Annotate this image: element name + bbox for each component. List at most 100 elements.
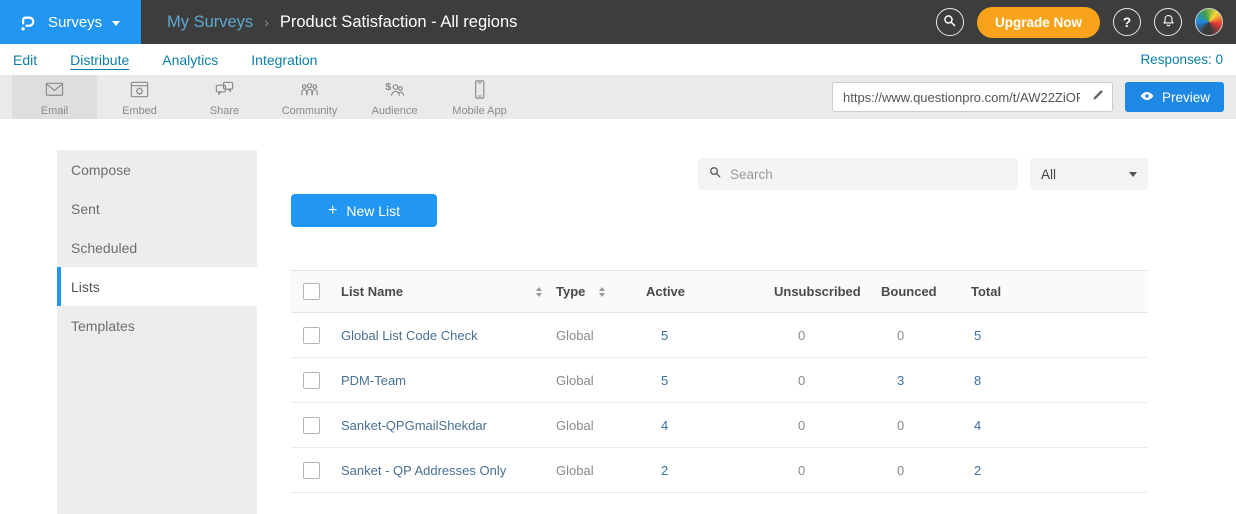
toolbar-item-audience[interactable]: $ Audience: [352, 75, 437, 119]
email-distribute-content: Compose Sent Scheduled Lists Templates A…: [0, 119, 1236, 514]
email-sidebar: Compose Sent Scheduled Lists Templates: [57, 150, 257, 514]
toolbar-item-label: Community: [282, 105, 338, 117]
header-unsubscribed: Unsubscribed: [736, 284, 881, 299]
sort-list-name-icon[interactable]: [536, 287, 542, 297]
unsubscribed-count: 0: [736, 373, 881, 388]
search-button[interactable]: [936, 8, 964, 36]
row-checkbox[interactable]: [303, 372, 320, 389]
survey-url-input[interactable]: [833, 90, 1084, 105]
lists-table-header: List Name Type Active Unsubscribed Bounc…: [291, 271, 1148, 313]
active-count[interactable]: 2: [646, 463, 736, 478]
list-name-link[interactable]: Sanket-QPGmailShekdar: [341, 418, 556, 433]
list-type: Global: [556, 328, 646, 343]
sort-type-icon[interactable]: [599, 287, 605, 297]
tab-distribute[interactable]: Distribute: [70, 52, 129, 68]
row-checkbox[interactable]: [303, 417, 320, 434]
topbar-actions: Upgrade Now ?: [936, 7, 1236, 38]
user-avatar[interactable]: [1195, 8, 1223, 36]
toolbar-item-label: Email: [41, 105, 69, 117]
toolbar-item-label: Mobile App: [452, 105, 506, 117]
notifications-button[interactable]: [1154, 8, 1182, 36]
tab-integration[interactable]: Integration: [251, 52, 317, 68]
header-type-label: Type: [556, 284, 585, 299]
list-filter-value: All: [1041, 167, 1056, 182]
product-menu[interactable]: Surveys: [0, 0, 141, 44]
sidebar-item-templates[interactable]: Templates: [57, 306, 257, 345]
eye-icon: [1139, 88, 1155, 107]
tab-edit[interactable]: Edit: [13, 52, 37, 68]
toolbar-item-label: Share: [210, 105, 239, 117]
questionpro-logo-icon: [17, 11, 38, 34]
header-list-name-label: List Name: [341, 284, 403, 299]
list-name-link[interactable]: PDM-Team: [341, 373, 556, 388]
toolbar-item-label: Audience: [372, 105, 418, 117]
search-icon: [942, 13, 957, 31]
header-type: Type: [556, 284, 646, 299]
share-icon: [213, 78, 236, 104]
chevron-down-icon: [1129, 172, 1137, 177]
toolbar-item-email[interactable]: Email: [12, 75, 97, 119]
lists-table: List Name Type Active Unsubscribed Bounc…: [291, 270, 1148, 493]
unsubscribed-count: 0: [736, 418, 881, 433]
total-count[interactable]: 8: [971, 373, 1148, 388]
survey-title: Product Satisfaction - All regions: [280, 13, 518, 32]
table-row: Sanket - QP Addresses Only Global 2 0 0 …: [291, 448, 1148, 493]
sidebar-item-scheduled[interactable]: Scheduled: [57, 228, 257, 267]
toolbar-item-mobile-app[interactable]: Mobile App: [437, 75, 522, 119]
list-type: Global: [556, 418, 646, 433]
active-count[interactable]: 5: [646, 328, 736, 343]
survey-url-box: [832, 82, 1113, 112]
bounced-count: 0: [881, 463, 971, 478]
total-count[interactable]: 4: [971, 418, 1148, 433]
toolbar-item-community[interactable]: Community: [267, 75, 352, 119]
bounced-count[interactable]: 3: [881, 373, 971, 388]
sidebar-item-compose[interactable]: Compose: [57, 150, 257, 189]
active-count[interactable]: 5: [646, 373, 736, 388]
new-list-button[interactable]: + New List: [291, 194, 437, 227]
unsubscribed-count: 0: [736, 328, 881, 343]
pencil-icon: [1091, 88, 1105, 107]
plus-icon: +: [328, 202, 337, 220]
unsubscribed-count: 0: [736, 463, 881, 478]
header-bounced: Bounced: [881, 284, 971, 299]
toolbar-right-actions: Preview: [832, 75, 1236, 119]
tab-analytics[interactable]: Analytics: [162, 52, 218, 68]
preview-button[interactable]: Preview: [1125, 82, 1224, 112]
list-search-input[interactable]: [730, 167, 1008, 182]
survey-section-tabs: Edit Distribute Analytics Integration Re…: [0, 44, 1236, 75]
bounced-count: 0: [881, 418, 971, 433]
table-row: Global List Code Check Global 5 0 0 5: [291, 313, 1148, 358]
upgrade-now-button[interactable]: Upgrade Now: [977, 7, 1100, 38]
list-search-row: All: [291, 158, 1148, 190]
select-all-checkbox[interactable]: [303, 283, 320, 300]
list-type: Global: [556, 463, 646, 478]
sidebar-item-sent[interactable]: Sent: [57, 189, 257, 228]
list-filter-dropdown[interactable]: All: [1030, 158, 1148, 190]
responses-count[interactable]: Responses: 0: [1140, 52, 1223, 67]
breadcrumb-separator: ›: [264, 14, 269, 30]
help-button[interactable]: ?: [1113, 8, 1141, 36]
row-checkbox[interactable]: [303, 462, 320, 479]
total-count[interactable]: 2: [971, 463, 1148, 478]
toolbar-item-share[interactable]: Share: [182, 75, 267, 119]
product-menu-label: Surveys: [48, 14, 102, 31]
distribute-toolbar: Email Embed: [0, 75, 1236, 119]
total-count[interactable]: 5: [971, 328, 1148, 343]
toolbar-item-embed[interactable]: Embed: [97, 75, 182, 119]
edit-url-button[interactable]: [1084, 88, 1112, 107]
breadcrumb-my-surveys[interactable]: My Surveys: [167, 13, 253, 32]
active-count[interactable]: 4: [646, 418, 736, 433]
list-search-box: [698, 158, 1018, 190]
search-icon: [708, 165, 722, 184]
list-name-link[interactable]: Global List Code Check: [341, 328, 556, 343]
new-list-button-label: New List: [346, 203, 400, 219]
chevron-down-icon: [112, 21, 120, 26]
bounced-count: 0: [881, 328, 971, 343]
svg-text:$: $: [385, 80, 391, 92]
select-all-cell: [291, 283, 341, 300]
lists-panel: All + New List List Name Type: [291, 119, 1148, 493]
question-mark-icon: ?: [1123, 14, 1132, 30]
row-checkbox[interactable]: [303, 327, 320, 344]
sidebar-item-lists[interactable]: Lists: [57, 267, 257, 306]
list-name-link[interactable]: Sanket - QP Addresses Only: [341, 463, 556, 478]
